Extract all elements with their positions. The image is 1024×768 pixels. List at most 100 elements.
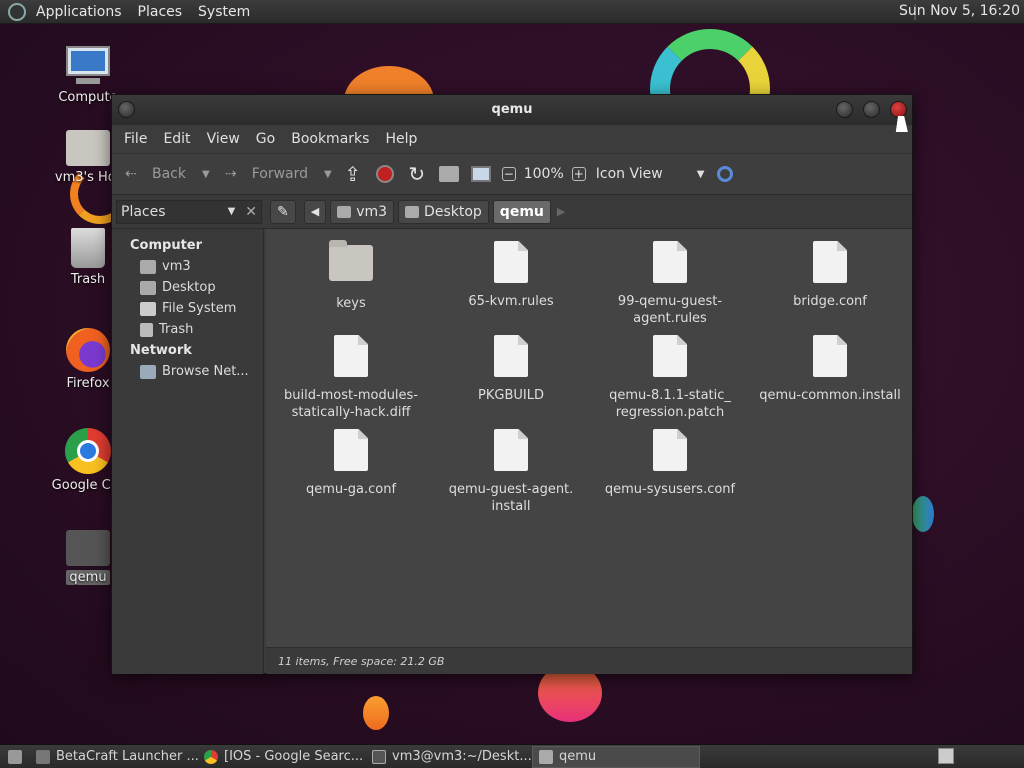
- file-label: 65-kvm.rules: [468, 294, 554, 309]
- file-item-qemu-common-install[interactable]: qemu-common.install: [755, 335, 905, 404]
- file-item-bridge-conf[interactable]: bridge.conf: [755, 241, 905, 310]
- close-sidebar-icon[interactable]: ✕: [245, 204, 257, 220]
- file-label-line: build-most-modules-: [283, 388, 419, 403]
- back-label: Back: [152, 166, 186, 182]
- sidebar-selector-label: Places: [121, 203, 166, 220]
- taskbar-item-betacraft[interactable]: BetaCraft Launcher ...: [30, 746, 198, 768]
- sidebar-item-browse-network[interactable]: Browse Net...: [112, 361, 263, 382]
- chrome-icon: [204, 749, 218, 764]
- clock[interactable]: Sun Nov 5, 16:20: [899, 3, 1020, 19]
- menu-help[interactable]: Help: [377, 131, 425, 147]
- zoom-level: 100%: [523, 166, 564, 182]
- sidebar-item-vm3[interactable]: vm3: [112, 256, 263, 277]
- file-item-99-qemu-guest-agent-rules[interactable]: 99-qemu-guest- agent.rules: [595, 241, 745, 327]
- chevron-down-icon: ▼: [696, 168, 705, 180]
- file-item-65-kvm-rules[interactable]: 65-kvm.rules: [436, 241, 586, 310]
- distro-logo-icon[interactable]: [8, 2, 26, 21]
- breadcrumb-label: Desktop: [424, 203, 482, 220]
- back-dropdown-icon[interactable]: ▼: [202, 169, 210, 180]
- up-button[interactable]: ⇪: [342, 162, 364, 186]
- sidebar-item-label: Browse Net...: [162, 364, 249, 379]
- file-item-qemu-guest-agent-install[interactable]: qemu-guest-agent. install: [436, 429, 586, 515]
- breadcrumb-label: qemu: [499, 203, 544, 220]
- places-sidebar: Computer vm3 Desktop File System Trash N…: [112, 229, 264, 674]
- menu-applications[interactable]: Applications: [28, 4, 130, 20]
- zoom-in-button[interactable]: +: [571, 167, 586, 181]
- menu-edit[interactable]: Edit: [155, 131, 198, 147]
- file-item-keys[interactable]: keys: [276, 240, 426, 312]
- file-label: bridge.conf: [793, 294, 867, 309]
- file-label-line: agent.rules: [633, 311, 707, 326]
- file-label: qemu-ga.conf: [305, 482, 397, 497]
- workspace-switcher[interactable]: [938, 748, 954, 764]
- sidebar-item-label: Desktop: [162, 280, 216, 295]
- text-file-icon: [653, 335, 687, 377]
- home-icon: [438, 163, 460, 185]
- taskbar-item-chrome[interactable]: [IOS - Google Searc...: [198, 746, 366, 768]
- taskbar-item-qemu[interactable]: qemu: [532, 745, 700, 768]
- breadcrumb-desktop[interactable]: Desktop: [398, 199, 489, 224]
- stop-button[interactable]: [374, 163, 396, 185]
- chrome-icon: [65, 428, 111, 474]
- file-icon-view[interactable]: keys 65-kvm.rules 99-qemu-guest- agent.r…: [266, 229, 912, 647]
- drive-icon: [140, 301, 156, 316]
- view-mode-select[interactable]: Icon View ▼: [596, 166, 705, 182]
- computer-button[interactable]: [470, 163, 492, 185]
- window-titlebar[interactable]: qemu: [112, 95, 912, 125]
- zoom-out-button[interactable]: −: [501, 167, 516, 181]
- sidebar-item-desktop[interactable]: Desktop: [112, 277, 263, 298]
- menu-places[interactable]: Places: [130, 4, 191, 20]
- breadcrumb-vm3[interactable]: vm3: [330, 199, 395, 224]
- sidebar-item-file-system[interactable]: File System: [112, 298, 263, 319]
- toolbar: ⇠ Back ▼ ⇢ Forward ▼ ⇪ ↻ − 100% + Icon V…: [112, 153, 912, 195]
- file-item-qemu-ga-conf[interactable]: qemu-ga.conf: [276, 429, 426, 498]
- file-item-build-most-modules-statically-hack-diff[interactable]: build-most-modules- statically-hack.diff: [276, 335, 426, 421]
- forward-arrow-icon: ⇢: [224, 166, 237, 182]
- file-item-qemu-sysusers-conf[interactable]: qemu-sysusers.conf: [595, 429, 745, 498]
- folder-icon: [66, 530, 110, 566]
- reload-button[interactable]: ↻: [406, 162, 428, 186]
- window-title: qemu: [491, 102, 533, 117]
- computer-icon: [470, 163, 492, 185]
- home-folder-icon: [337, 205, 352, 218]
- forward-label: Forward: [251, 166, 309, 182]
- home-button[interactable]: [438, 163, 460, 185]
- menu-view[interactable]: View: [199, 131, 248, 147]
- minimize-button[interactable]: [836, 101, 853, 118]
- file-label: qemu-common.install: [759, 388, 901, 403]
- breadcrumb-qemu[interactable]: qemu: [492, 199, 551, 224]
- file-label-line: statically-hack.diff: [291, 405, 411, 420]
- taskbar-item-label: qemu: [559, 749, 597, 764]
- file-item-qemu-static-regression-patch[interactable]: qemu-8.1.1-static_ regression.patch: [595, 335, 745, 421]
- breadcrumb-next-button[interactable]: ▶: [557, 205, 565, 218]
- location-bar: Places ▼ ✕ ✎ ◀ vm3 Desktop qemu ▶: [112, 195, 912, 229]
- desktop-icon-label: Compute: [58, 90, 118, 105]
- text-file-icon: [653, 429, 687, 471]
- edit-location-button[interactable]: ✎: [270, 199, 296, 224]
- terminal-icon: [372, 749, 386, 764]
- window-menu-button[interactable]: [118, 101, 135, 118]
- back-button[interactable]: ⇠ Back ▼: [120, 163, 210, 185]
- maximize-button[interactable]: [863, 101, 880, 118]
- menu-file[interactable]: File: [116, 131, 155, 147]
- text-file-icon: [813, 241, 847, 283]
- menu-system[interactable]: System: [190, 4, 258, 20]
- text-file-icon: [494, 335, 528, 377]
- file-item-pkgbuild[interactable]: PKGBUILD: [436, 335, 586, 404]
- forward-button[interactable]: ⇢ Forward ▼: [220, 163, 332, 185]
- breadcrumb-prev-button[interactable]: ◀: [303, 199, 327, 224]
- menu-go[interactable]: Go: [248, 131, 283, 147]
- sidebar-selector[interactable]: Places ▼ ✕: [116, 199, 262, 224]
- file-label-line: regression.patch: [615, 405, 725, 420]
- taskbar-item-terminal[interactable]: vm3@vm3:~/Deskt...: [366, 746, 532, 768]
- taskbar-item-label: BetaCraft Launcher ...: [56, 749, 198, 764]
- file-label: keys: [336, 296, 366, 311]
- sidebar-item-trash[interactable]: Trash: [112, 319, 263, 340]
- search-button[interactable]: [714, 163, 736, 185]
- file-manager-window[interactable]: qemu File Edit View Go Bookmarks Help ⇠ …: [111, 94, 913, 674]
- file-label-line: install: [491, 499, 531, 514]
- reload-icon: ↻: [408, 162, 426, 186]
- show-desktop-button[interactable]: [0, 746, 30, 768]
- forward-dropdown-icon[interactable]: ▼: [324, 169, 332, 180]
- menu-bookmarks[interactable]: Bookmarks: [283, 131, 377, 147]
